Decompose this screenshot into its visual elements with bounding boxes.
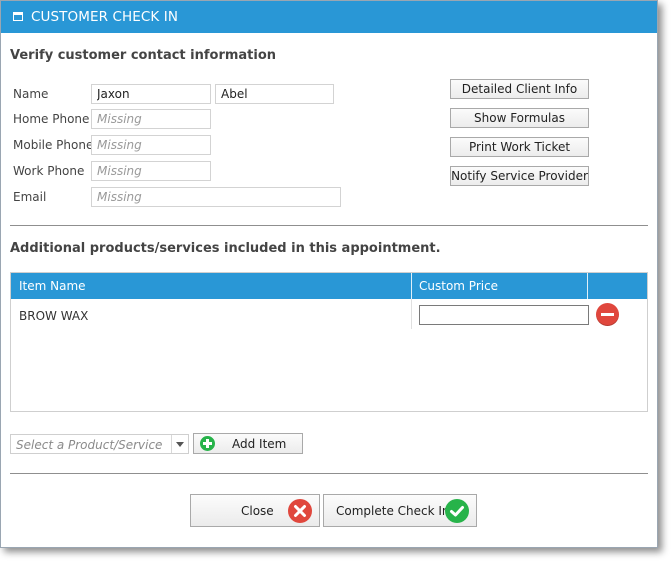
product-service-select[interactable]: Select a Product/Service bbox=[10, 434, 189, 454]
grid-header: Item Name Custom Price bbox=[11, 273, 647, 299]
dropdown-arrow-icon bbox=[176, 442, 184, 447]
footer-divider bbox=[10, 473, 648, 474]
detailed-client-info-button[interactable]: Detailed Client Info bbox=[450, 79, 589, 99]
mobile-phone-label: Mobile Phone bbox=[13, 138, 94, 152]
dialog-title: CUSTOMER CHECK IN bbox=[31, 9, 179, 25]
notify-service-provider-button[interactable]: Notify Service Provider bbox=[450, 166, 589, 186]
table-row[interactable]: BROW WAX bbox=[11, 299, 647, 329]
products-section-heading: Additional products/services included in… bbox=[10, 241, 441, 256]
section-divider bbox=[10, 225, 648, 226]
complete-check-in-label: Complete Check In bbox=[336, 504, 450, 518]
close-button[interactable]: Close bbox=[190, 494, 320, 527]
custom-price-input[interactable] bbox=[419, 305, 589, 325]
remove-icon[interactable] bbox=[596, 303, 619, 326]
select-placeholder: Select a Product/Service bbox=[16, 438, 163, 452]
column-separator bbox=[587, 273, 588, 299]
mobile-phone-field[interactable] bbox=[91, 135, 211, 155]
print-work-ticket-button[interactable]: Print Work Ticket bbox=[450, 137, 589, 157]
first-name-field[interactable] bbox=[91, 84, 211, 104]
email-field[interactable] bbox=[91, 187, 341, 207]
close-icon bbox=[288, 499, 312, 523]
column-separator bbox=[411, 273, 412, 299]
work-phone-field[interactable] bbox=[91, 161, 211, 181]
complete-check-in-button[interactable]: Complete Check In bbox=[323, 494, 477, 527]
column-header-custom-price[interactable]: Custom Price bbox=[419, 279, 498, 293]
cell-separator bbox=[411, 299, 412, 329]
add-item-button[interactable]: Add Item bbox=[193, 433, 303, 454]
dropdown-button[interactable] bbox=[171, 435, 188, 453]
window-icon bbox=[13, 12, 23, 21]
work-phone-label: Work Phone bbox=[13, 164, 85, 178]
name-label: Name bbox=[13, 87, 49, 101]
title-bar: CUSTOMER CHECK IN bbox=[1, 1, 657, 33]
products-grid: Item Name Custom Price BROW WAX bbox=[10, 272, 648, 412]
add-item-label: Add Item bbox=[232, 437, 287, 451]
close-button-label: Close bbox=[241, 504, 274, 518]
show-formulas-button[interactable]: Show Formulas bbox=[450, 108, 589, 128]
customer-check-in-dialog: CUSTOMER CHECK IN Verify customer contac… bbox=[0, 0, 658, 548]
home-phone-label: Home Phone bbox=[13, 112, 90, 126]
email-label: Email bbox=[13, 190, 47, 204]
home-phone-field[interactable] bbox=[91, 109, 211, 129]
plus-circle-icon bbox=[200, 436, 215, 451]
column-header-item-name[interactable]: Item Name bbox=[19, 279, 86, 293]
last-name-field[interactable] bbox=[215, 84, 334, 104]
item-name-cell: BROW WAX bbox=[19, 309, 89, 323]
contact-section-heading: Verify customer contact information bbox=[10, 48, 277, 63]
check-icon bbox=[445, 499, 469, 523]
